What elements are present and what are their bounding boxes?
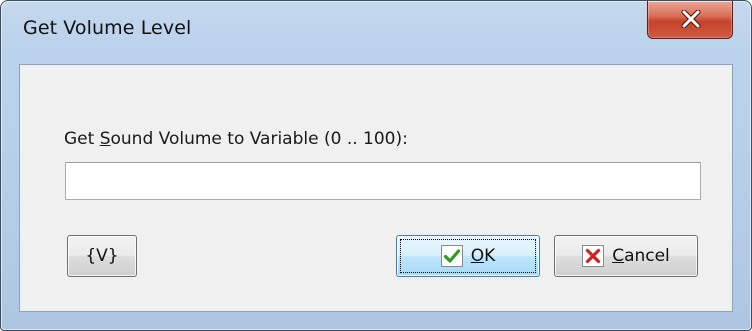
dialog-body: Get Sound Volume to Variable (0 .. 100):… — [19, 64, 733, 312]
x-icon — [582, 245, 605, 267]
window-title: Get Volume Level — [23, 17, 192, 39]
close-icon — [681, 10, 701, 28]
close-button[interactable] — [647, 1, 733, 39]
cancel-button[interactable]: Cancel — [554, 235, 698, 277]
insert-variable-label: {V} — [85, 246, 119, 266]
ok-button[interactable]: OK — [396, 235, 540, 277]
label-text-prefix: Get — [64, 129, 100, 149]
checkmark-icon — [440, 245, 463, 267]
dialog-window: Get Volume Level Get Sound Volume to Var… — [0, 0, 752, 331]
ok-label: OK — [470, 246, 496, 266]
label-text-suffix: ound Volume to Variable (0 .. 100): — [110, 129, 408, 149]
focus-ring — [400, 239, 536, 273]
insert-variable-button[interactable]: {V} — [67, 235, 137, 277]
title-bar[interactable]: Get Volume Level — [1, 1, 751, 63]
volume-variable-input[interactable] — [65, 162, 701, 200]
cancel-label: Cancel — [612, 246, 670, 266]
volume-variable-label: Get Sound Volume to Variable (0 .. 100): — [64, 129, 408, 149]
label-mnemonic: S — [99, 129, 111, 149]
